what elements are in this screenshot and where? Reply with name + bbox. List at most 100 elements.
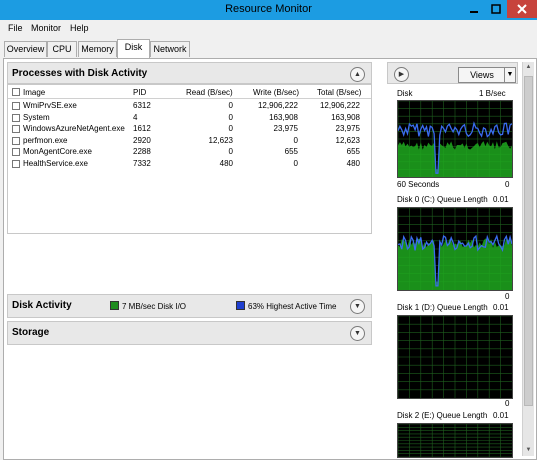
- active-time-legend: 63% Highest Active Time: [236, 301, 336, 311]
- cell-write: 0: [293, 158, 298, 168]
- table-row[interactable]: WmiPrvSE.exe 6312 0 12,906,222 12,906,222: [8, 100, 371, 111]
- tab-cpu[interactable]: CPU: [47, 41, 77, 57]
- active-time-label: 63% Highest Active Time: [248, 302, 337, 311]
- table-row[interactable]: MonAgentCore.exe 2288 0 655 655: [8, 146, 371, 157]
- window-title: Resource Monitor: [225, 3, 312, 15]
- collapse-up-icon[interactable]: ▲: [350, 67, 365, 82]
- cell-read: 12,623: [208, 135, 233, 145]
- column-read[interactable]: Read (B/sec): [186, 88, 233, 97]
- graph-pane: ▶ Views ▼ Disk 1 B/sec 60 Seconds 0 Disk…: [387, 62, 518, 458]
- cell-read: 0: [228, 112, 233, 122]
- views-dropdown-icon[interactable]: ▼: [504, 67, 516, 83]
- cell-image: perfmon.exe: [23, 135, 68, 145]
- cell-total: 12,623: [335, 135, 360, 145]
- cell-pid: 4: [133, 112, 138, 122]
- cell-write: 23,975: [273, 124, 298, 133]
- disk-graph: [397, 100, 513, 178]
- tab-disk[interactable]: Disk: [117, 39, 150, 58]
- cell-read: 0: [228, 101, 233, 110]
- tab-overview[interactable]: Overview: [4, 41, 47, 57]
- disk-activity-header[interactable]: Disk Activity 7 MB/sec Disk I/O 63% High…: [7, 294, 372, 318]
- cell-pid: 6312: [133, 101, 151, 110]
- column-image[interactable]: Image: [23, 88, 45, 97]
- row-checkbox[interactable]: [12, 102, 20, 110]
- title-bar: Resource Monitor: [0, 0, 537, 20]
- scroll-up-icon[interactable]: ▲: [523, 62, 534, 73]
- row-checkbox[interactable]: [12, 136, 20, 145]
- cell-image: HealthService.exe: [23, 158, 88, 168]
- collapse-right-icon[interactable]: ▶: [394, 67, 409, 82]
- column-total[interactable]: Total (B/sec): [317, 88, 361, 97]
- expand-down-icon[interactable]: ▼: [350, 326, 365, 341]
- table-header-row: Image PID Read (B/sec) Write (B/sec) Tot…: [8, 85, 371, 99]
- select-all-checkbox[interactable]: [12, 88, 20, 96]
- tab-strip: Overview CPU Memory Disk Network: [0, 38, 537, 58]
- active-time-swatch: [236, 301, 245, 310]
- column-write[interactable]: Write (B/sec): [253, 88, 299, 97]
- row-checkbox[interactable]: [12, 148, 20, 156]
- graph-scrollbar[interactable]: ▲ ▼: [522, 62, 534, 456]
- cell-write: 0: [293, 135, 298, 145]
- graph-toolbar: ▶ Views ▼: [387, 62, 518, 84]
- cell-total: 12,906,222: [319, 101, 360, 110]
- tab-memory[interactable]: Memory: [78, 41, 117, 57]
- close-icon: [517, 4, 527, 14]
- table-row[interactable]: WindowsAzureNetAgent.exe 1612 0 23,975 23,97…: [8, 123, 371, 134]
- close-button[interactable]: [507, 0, 537, 18]
- maximize-icon: [491, 4, 501, 14]
- table-row[interactable]: perfmon.exe 2920 12,623 0 12,623: [8, 135, 371, 146]
- graph-disk-time: 60 Seconds: [397, 180, 440, 189]
- maximize-button[interactable]: [485, 0, 507, 18]
- graph-disk2-title: Disk 2 (E:) Queue Length: [397, 411, 488, 420]
- graph-disk0-title: Disk 0 (C:) Queue Length: [397, 195, 488, 204]
- cell-write: 163,908: [269, 112, 298, 122]
- expand-down-icon[interactable]: ▼: [350, 299, 365, 314]
- resource-monitor-window: Resource Monitor File Monitor Help Overv…: [0, 0, 537, 460]
- row-checkbox[interactable]: [12, 125, 20, 133]
- column-pid[interactable]: PID: [133, 88, 146, 97]
- storage-header[interactable]: Storage ▼: [7, 321, 372, 345]
- menu-bar: File Monitor Help: [0, 20, 537, 38]
- table-row[interactable]: HealthService.exe 7332 480 0 480: [8, 158, 371, 169]
- minimize-icon: [470, 11, 478, 13]
- cell-total: 23,975: [335, 124, 360, 133]
- graph-disk-title: Disk: [397, 89, 413, 98]
- processes-title: Processes with Disk Activity: [12, 68, 148, 79]
- graph-disk1-scale: 0.01: [493, 303, 509, 312]
- scroll-down-icon[interactable]: ▼: [523, 445, 534, 456]
- tab-network[interactable]: Network: [150, 41, 190, 57]
- scrollbar-thumb[interactable]: [524, 76, 533, 406]
- graph-disk1-min: 0: [505, 399, 510, 408]
- graph-disk0-min: 0: [505, 292, 510, 301]
- minimize-button[interactable]: [463, 0, 485, 18]
- menu-help[interactable]: Help: [70, 23, 89, 33]
- cell-image: MonAgentCore.exe: [23, 147, 92, 156]
- cell-total: 480: [346, 158, 360, 168]
- disk-io-label: 7 MB/sec Disk I/O: [122, 302, 187, 311]
- graph-disk1-title: Disk 1 (D:) Queue Length: [397, 303, 488, 312]
- views-button[interactable]: Views: [458, 67, 506, 83]
- cell-write: 655: [284, 147, 298, 156]
- cell-total: 163,908: [331, 112, 360, 122]
- cell-write: 12,906,222: [257, 101, 298, 110]
- graph-disk-scale: 1 B/sec: [479, 89, 506, 98]
- disk-io-swatch: [110, 301, 119, 310]
- cell-image: WmiPrvSE.exe: [23, 101, 77, 110]
- menu-monitor[interactable]: Monitor: [31, 23, 61, 33]
- disk1-queue-graph: [397, 315, 513, 399]
- disk2-queue-graph: [397, 423, 513, 458]
- graph-disk0-scale: 0.01: [493, 195, 509, 204]
- cell-image: System: [23, 112, 50, 122]
- processes-table: Image PID Read (B/sec) Write (B/sec) Tot…: [7, 84, 372, 234]
- cell-read: 0: [228, 124, 233, 133]
- cell-pid: 7332: [133, 158, 151, 168]
- disk0-queue-graph: [397, 207, 513, 291]
- row-checkbox[interactable]: [12, 159, 20, 168]
- graph-disk2-scale: 0.01: [493, 411, 509, 420]
- cell-image: WindowsAzureNetAgent.exe: [23, 124, 125, 133]
- menu-file[interactable]: File: [8, 23, 23, 33]
- row-checkbox[interactable]: [12, 113, 20, 122]
- disk-io-legend: 7 MB/sec Disk I/O: [110, 301, 186, 311]
- processes-header[interactable]: Processes with Disk Activity ▲: [7, 62, 372, 84]
- table-row[interactable]: System 4 0 163,908 163,908: [8, 112, 371, 123]
